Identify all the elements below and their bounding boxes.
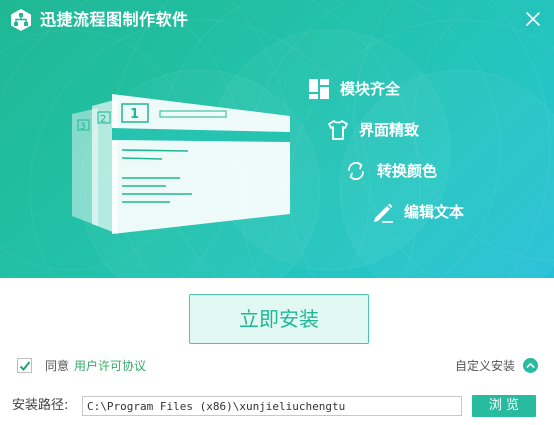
feature-label: 界面精致 (359, 121, 420, 139)
license-agreement-link[interactable]: 用户许可协议 (74, 357, 146, 375)
feature-label: 转换颜色 (377, 162, 438, 180)
page-1: 1 (112, 94, 290, 234)
convert-arrows-icon (348, 162, 364, 180)
agree-checkbox[interactable] (17, 358, 32, 373)
flowchart-logo-icon (11, 9, 31, 31)
hero-banner: 迅捷流程图制作软件 3 2 1 模块齐全 界面精致 转换颜色 编辑文本 (0, 0, 554, 278)
chevron-up-circle-icon[interactable] (523, 358, 538, 373)
page-number-3: 3 (80, 122, 86, 132)
feature-label: 编辑文本 (404, 203, 465, 221)
close-icon[interactable] (520, 6, 546, 32)
page-number-1: 1 (130, 107, 139, 122)
install-path-input[interactable] (82, 396, 462, 416)
pencil-icon (374, 203, 393, 223)
agree-label: 同意 (45, 359, 70, 373)
module-grid-icon (309, 79, 329, 99)
feature-label: 模块齐全 (340, 80, 401, 98)
page-number-2: 2 (100, 114, 106, 125)
install-path-label: 安装路径: (12, 398, 69, 413)
title-bar: 迅捷流程图制作软件 (0, 0, 554, 40)
app-title: 迅捷流程图制作软件 (40, 10, 189, 29)
install-now-button[interactable]: 立即安装 (189, 294, 369, 344)
tshirt-icon (328, 120, 348, 140)
check-icon (19, 361, 31, 371)
browse-button[interactable]: 浏 览 (472, 395, 536, 417)
custom-install-link[interactable]: 自定义安装 (455, 357, 515, 375)
stacked-pages-illustration: 3 2 1 (72, 94, 290, 234)
